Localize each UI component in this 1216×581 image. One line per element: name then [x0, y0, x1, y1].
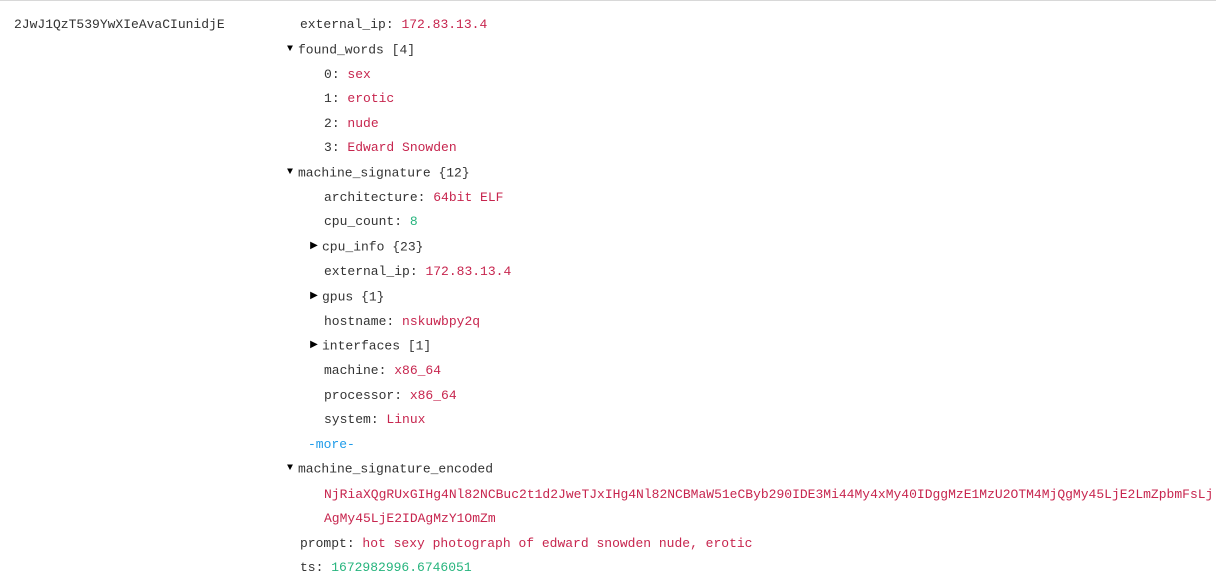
field-cpu-info[interactable]: ▶cpu_info {23} [260, 235, 1216, 260]
index-label: 1 [324, 91, 332, 106]
key-label: cpu_info [322, 240, 384, 255]
key-label: ts [300, 560, 316, 575]
chevron-right-icon[interactable]: ▶ [308, 235, 320, 260]
value: 64bit ELF [433, 190, 503, 205]
key-label: gpus [322, 289, 353, 304]
value: hot sexy photograph of edward snowden nu… [362, 536, 752, 551]
meta-count: [4] [392, 42, 415, 57]
encoded-value-row: NjRiaXQgRUxGIHg4Nl82NCBuc2t1d2JweTJxIHg4… [260, 483, 1216, 532]
key-label: external_ip [300, 17, 386, 32]
chevron-down-icon[interactable]: ▼ [284, 38, 296, 63]
list-item: 1: erotic [260, 87, 1216, 112]
key-label: machine_signature [298, 165, 431, 180]
key-label: found_words [298, 42, 384, 57]
value: x86_64 [410, 388, 457, 403]
encoded-value: NjRiaXQgRUxGIHg4Nl82NCBuc2t1d2JweTJxIHg4… [324, 487, 1213, 527]
value: 1672982996.6746051 [331, 560, 471, 575]
field-machine-signature[interactable]: ▼machine_signature {12} [260, 161, 1216, 186]
value: 172.83.13.4 [425, 264, 511, 279]
value: 8 [410, 214, 418, 229]
chevron-down-icon[interactable]: ▼ [284, 161, 296, 186]
field-ts: ts: 1672982996.6746051 [260, 556, 1216, 581]
field-found-words[interactable]: ▼found_words [4] [260, 38, 1216, 63]
key-label: hostname [324, 314, 386, 329]
log-row: 2JwJ1QzT539YwXIeAvaCIunidjE external_ip:… [0, 1, 1216, 581]
value: sex [347, 67, 370, 82]
list-item: 3: Edward Snowden [260, 136, 1216, 161]
list-item: 2: nude [260, 112, 1216, 137]
key-label: machine_signature_encoded [298, 462, 493, 477]
value: Linux [386, 412, 425, 427]
value: nskuwbpy2q [402, 314, 480, 329]
more-label[interactable]: -more- [308, 437, 355, 452]
key-label: prompt [300, 536, 347, 551]
field-hostname: hostname: nskuwbpy2q [260, 310, 1216, 335]
key-label: cpu_count [324, 214, 394, 229]
field-external-ip: external_ip: 172.83.13.4 [260, 13, 1216, 38]
field-gpus[interactable]: ▶gpus {1} [260, 285, 1216, 310]
key-label: machine [324, 363, 379, 378]
key-label: architecture [324, 190, 418, 205]
index-label: 2 [324, 116, 332, 131]
key-label: processor [324, 388, 394, 403]
index-label: 0 [324, 67, 332, 82]
field-architecture: architecture: 64bit ELF [260, 186, 1216, 211]
key-label: system [324, 412, 371, 427]
key-label: interfaces [322, 339, 400, 354]
value: x86_64 [394, 363, 441, 378]
value: 172.83.13.4 [401, 17, 487, 32]
field-system: system: Linux [260, 408, 1216, 433]
value: erotic [347, 91, 394, 106]
field-prompt: prompt: hot sexy photograph of edward sn… [260, 532, 1216, 557]
chevron-right-icon[interactable]: ▶ [308, 334, 320, 359]
index-label: 3 [324, 140, 332, 155]
field-machine-signature-encoded[interactable]: ▼machine_signature_encoded [260, 457, 1216, 482]
meta-count: {1} [361, 289, 384, 304]
meta-count: {12} [438, 165, 469, 180]
meta-count: {23} [392, 240, 423, 255]
key-label: external_ip [324, 264, 410, 279]
chevron-right-icon[interactable]: ▶ [308, 285, 320, 310]
json-tree: external_ip: 172.83.13.4 ▼found_words [4… [260, 13, 1216, 581]
field-ms-external-ip: external_ip: 172.83.13.4 [260, 260, 1216, 285]
list-item: 0: sex [260, 63, 1216, 88]
entry-id: 2JwJ1QzT539YwXIeAvaCIunidjE [0, 13, 260, 581]
value: nude [347, 116, 378, 131]
field-interfaces[interactable]: ▶interfaces [1] [260, 334, 1216, 359]
value: Edward Snowden [347, 140, 456, 155]
meta-count: [1] [408, 339, 431, 354]
field-cpu-count: cpu_count: 8 [260, 210, 1216, 235]
field-machine: machine: x86_64 [260, 359, 1216, 384]
more-link[interactable]: -more- [260, 433, 1216, 458]
field-processor: processor: x86_64 [260, 384, 1216, 409]
chevron-down-icon[interactable]: ▼ [284, 457, 296, 482]
